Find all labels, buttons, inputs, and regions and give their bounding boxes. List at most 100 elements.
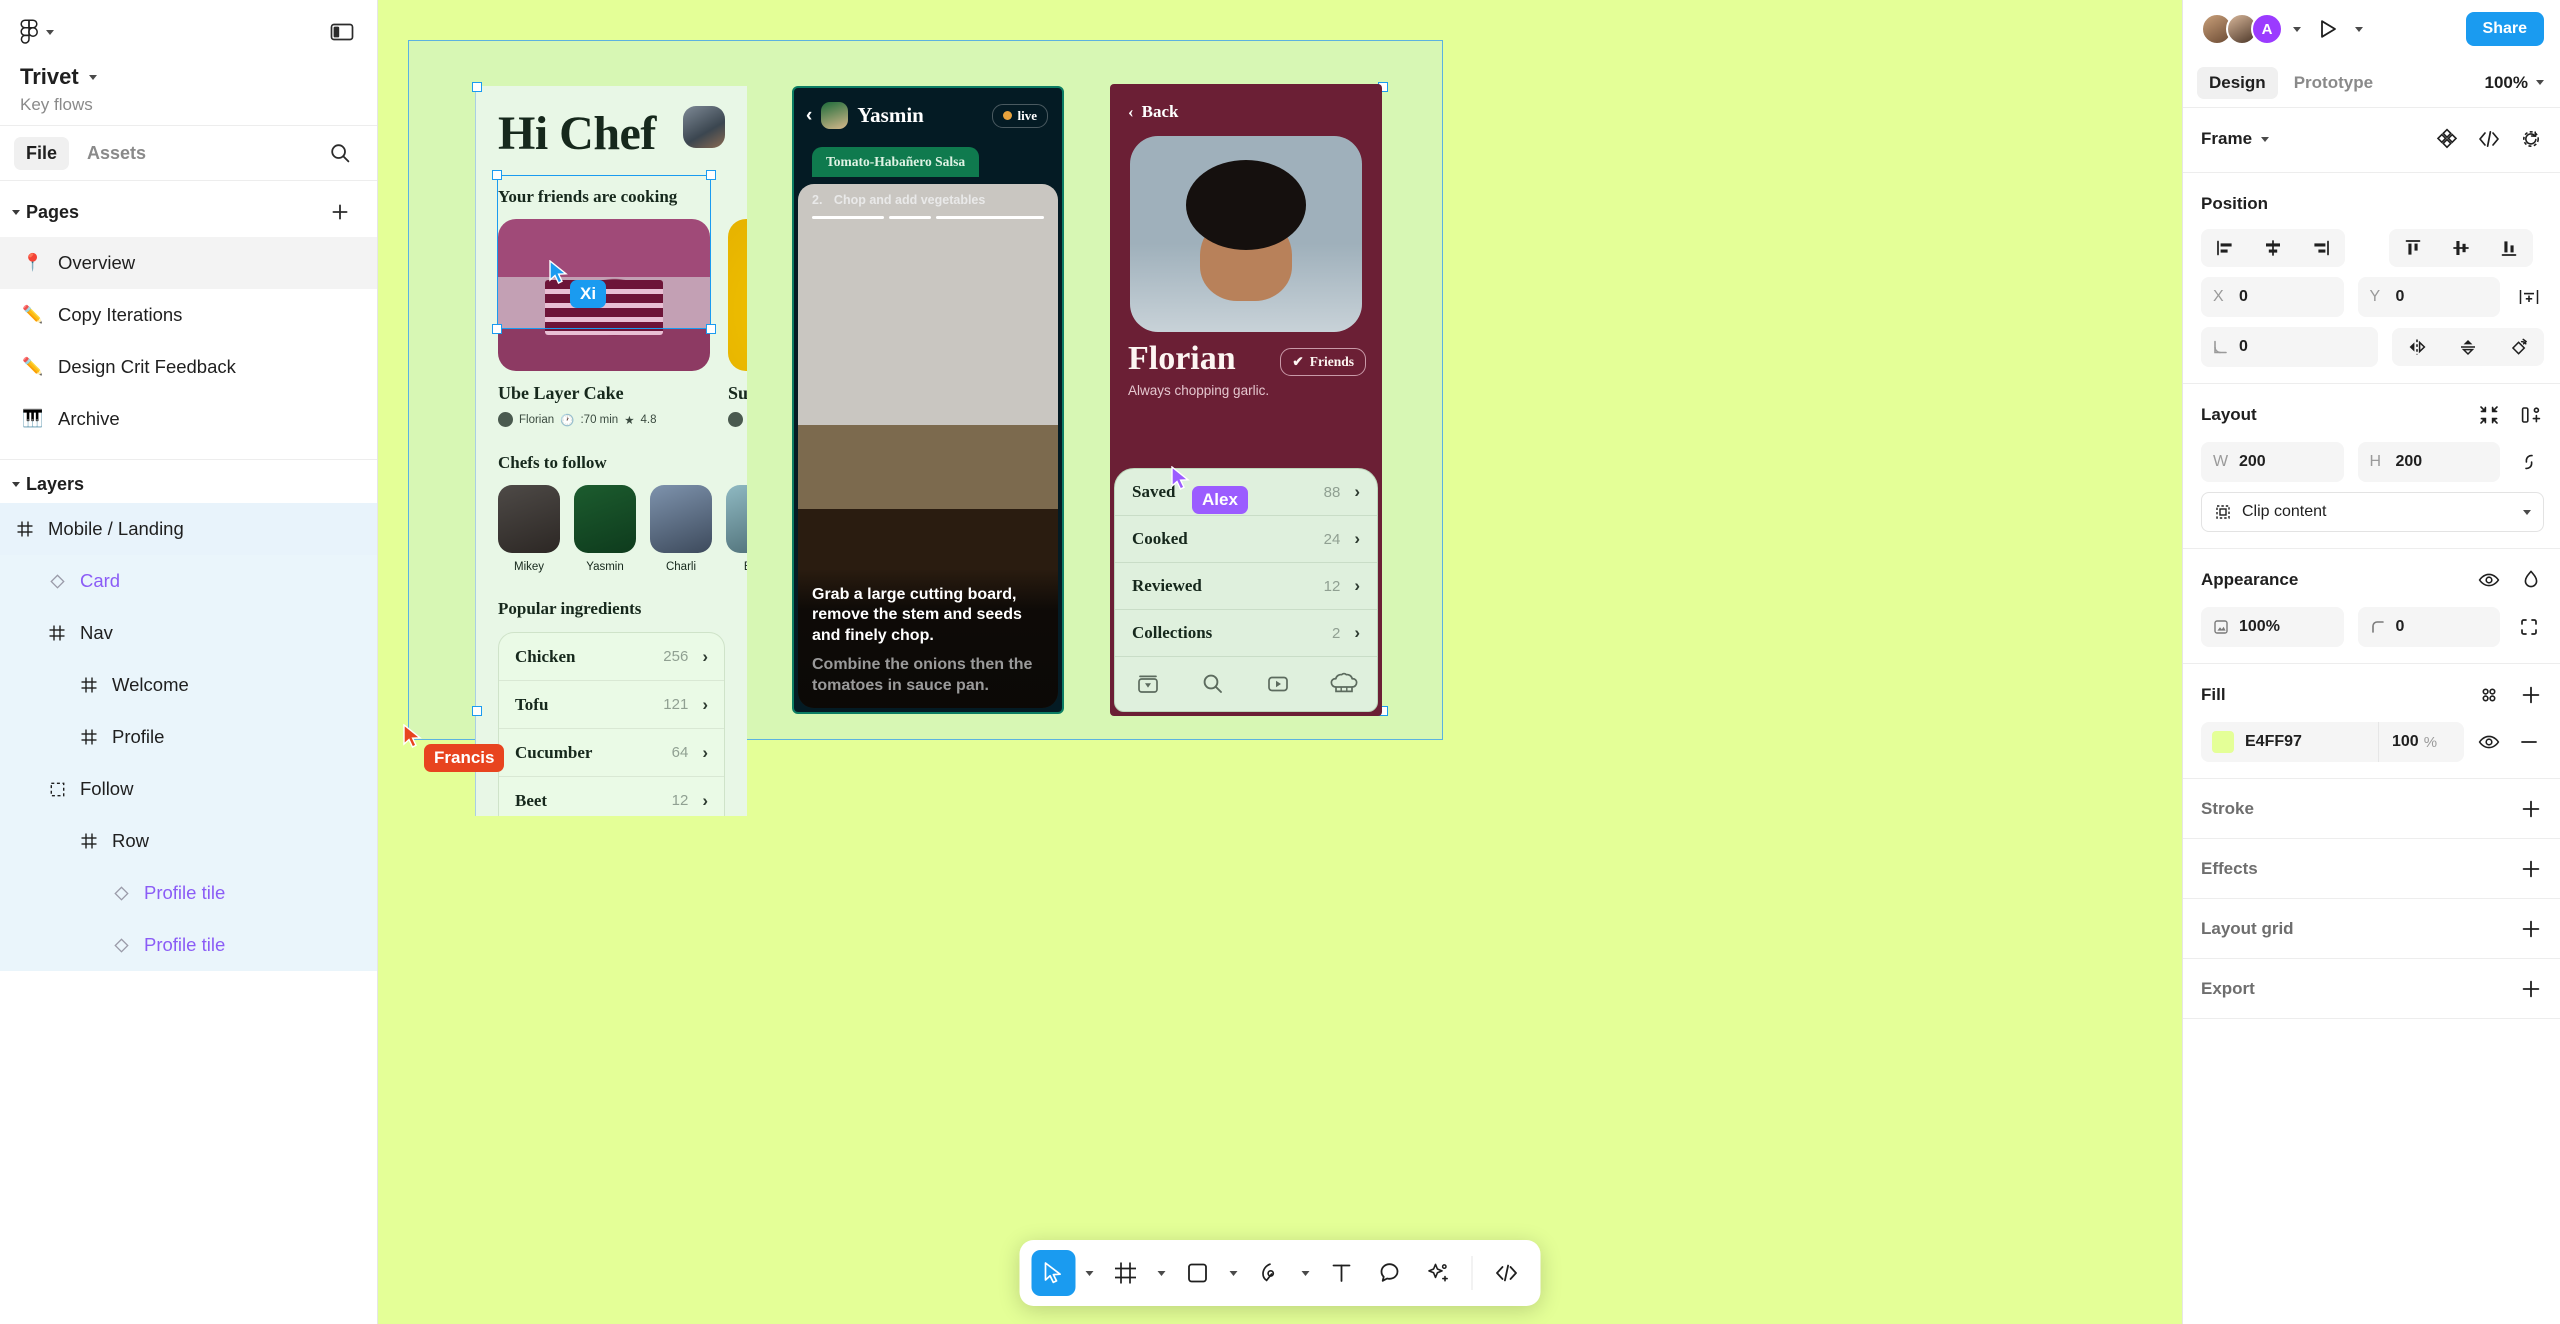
page-item-design-crit-feedback[interactable]: ✏️ Design Crit Feedback [0,341,377,393]
chef-hat-icon[interactable] [1330,671,1358,697]
rotation-input[interactable]: 0 [2201,327,2378,367]
styles-icon[interactable] [2476,682,2502,708]
zoom-control[interactable]: 100% [2485,73,2544,93]
back-button[interactable]: ‹ Back [1110,84,1382,122]
layer-item-nav[interactable]: Nav [0,607,377,659]
blend-mode-icon[interactable] [2518,567,2544,593]
frame-handle-tl[interactable] [472,82,482,92]
resize-handle-bl[interactable] [492,324,502,334]
shape-tool-button[interactable] [1176,1250,1220,1296]
align-bottom-icon[interactable] [2485,229,2533,267]
fill-opacity[interactable]: 100 % [2378,722,2464,762]
move-tool-button[interactable] [1031,1250,1076,1296]
absolute-position-icon[interactable] [2514,282,2544,312]
add-page-button[interactable] [323,195,357,229]
tab-design[interactable]: Design [2197,66,2278,99]
stat-row[interactable]: Cooked 24 › [1115,516,1377,563]
page-item-archive[interactable]: 🎹 Archive [0,393,377,445]
height-input[interactable]: H 200 [2357,442,2500,482]
page-item-copy-iterations[interactable]: ✏️ Copy Iterations [0,289,377,341]
layer-item-profile-tile-2[interactable]: Profile tile [0,919,377,971]
layer-item-mobile-landing[interactable]: Mobile / Landing [0,503,377,555]
page-item-overview[interactable]: 📍 Overview [0,237,377,289]
avatar[interactable] [683,106,725,148]
chevron-down-icon[interactable] [2293,26,2301,32]
add-auto-layout-icon[interactable] [2518,402,2544,428]
align-center-h-icon[interactable] [2249,229,2297,267]
move-tool-caret[interactable] [1080,1250,1100,1296]
shape-tool-caret[interactable] [1224,1250,1244,1296]
toggle-ui-button[interactable] [327,19,357,45]
chef-tile[interactable]: Mikey [498,485,560,573]
ingredient-row[interactable]: Tofu 121 › [499,681,724,729]
tab-file[interactable]: File [14,136,70,170]
layer-item-profile-tile-1[interactable]: Profile tile [0,867,377,919]
search-icon[interactable] [1200,671,1226,697]
back-chevron-icon[interactable]: ‹ [806,105,812,127]
stat-row[interactable]: Collections 2 › [1115,610,1377,657]
ingredient-row[interactable]: Beet 12 › [499,777,724,816]
layer-item-profile[interactable]: Profile [0,711,377,763]
align-left-icon[interactable] [2201,229,2249,267]
fill-color-chip[interactable]: E4FF97 100 % [2201,722,2464,762]
actions-tool-button[interactable] [1416,1250,1460,1296]
flip-horizontal-icon[interactable] [2392,328,2443,366]
tab-assets[interactable]: Assets [75,137,158,170]
recipe-card[interactable]: Ube Layer Cake Florian 🕐 :70 min ★ 4.8 [498,219,710,427]
opacity-input[interactable]: 100% [2201,607,2344,647]
width-input[interactable]: W 200 [2201,442,2344,482]
ingredient-row[interactable]: Chicken 256 › [499,633,724,681]
play-icon[interactable] [1265,671,1291,697]
frame-tool-caret[interactable] [1152,1250,1172,1296]
stat-row[interactable]: Reviewed 12 › [1115,563,1377,610]
recipe-card[interactable]: Super Mia [728,219,747,427]
add-export-button[interactable] [2518,976,2544,1002]
archive-icon[interactable] [1135,671,1161,697]
y-position-input[interactable]: Y 0 [2357,277,2500,317]
visibility-icon[interactable] [2476,567,2502,593]
chevron-down-icon[interactable] [2261,136,2270,142]
align-top-icon[interactable] [2389,229,2437,267]
tab-prototype[interactable]: Prototype [2282,67,2385,99]
flip-vertical-icon[interactable] [2442,328,2493,366]
text-tool-button[interactable] [1320,1250,1364,1296]
add-effect-button[interactable] [2518,856,2544,882]
align-middle-icon[interactable] [2437,229,2485,267]
rotate-icon[interactable] [2493,328,2544,366]
code-icon[interactable] [2476,126,2502,152]
add-stroke-button[interactable] [2518,796,2544,822]
comment-tool-button[interactable] [1368,1250,1412,1296]
search-icon[interactable] [323,136,357,170]
frame-handle-bl[interactable] [472,706,482,716]
resize-handle-br[interactable] [706,324,716,334]
align-right-icon[interactable] [2297,229,2345,267]
design-canvas[interactable]: Hi Chef Your friends are cooking Ube Lay… [378,0,2182,1324]
present-button[interactable] [2311,14,2345,44]
chef-tile[interactable]: Evan [726,485,747,573]
clip-content-dropdown[interactable]: Clip content [2201,492,2544,532]
layer-item-row[interactable]: Row [0,815,377,867]
layer-item-welcome[interactable]: Welcome [0,659,377,711]
share-button[interactable]: Share [2465,12,2544,46]
remove-fill-button[interactable] [2514,727,2544,757]
pen-tool-caret[interactable] [1296,1250,1316,1296]
create-component-icon[interactable] [2434,126,2460,152]
avatar[interactable]: A [2251,13,2283,45]
resize-handle-tl[interactable] [492,170,502,180]
mockup-live-cooking-screen[interactable]: ‹ Yasmin live Tomato-Habañero Salsa 2. C… [792,86,1064,714]
color-swatch[interactable] [2212,731,2234,753]
dev-mode-button[interactable] [1485,1250,1529,1296]
fill-visibility-icon[interactable] [2474,727,2504,757]
lock-aspect-ratio-icon[interactable] [2514,447,2544,477]
chevron-down-icon[interactable] [2355,26,2363,32]
mockup-landing-screen[interactable]: Hi Chef Your friends are cooking Ube Lay… [475,86,747,816]
pen-tool-button[interactable] [1248,1250,1292,1296]
chevron-down-icon[interactable] [12,209,20,215]
step-progress[interactable] [812,216,1044,219]
reset-instance-icon[interactable] [2518,126,2544,152]
chevron-down-icon[interactable] [12,482,20,487]
x-position-input[interactable]: X 0 [2201,277,2344,317]
chef-tile[interactable]: Yasmin [574,485,636,573]
corner-radius-input[interactable]: 0 [2357,607,2500,647]
resize-handle-tr[interactable] [706,170,716,180]
